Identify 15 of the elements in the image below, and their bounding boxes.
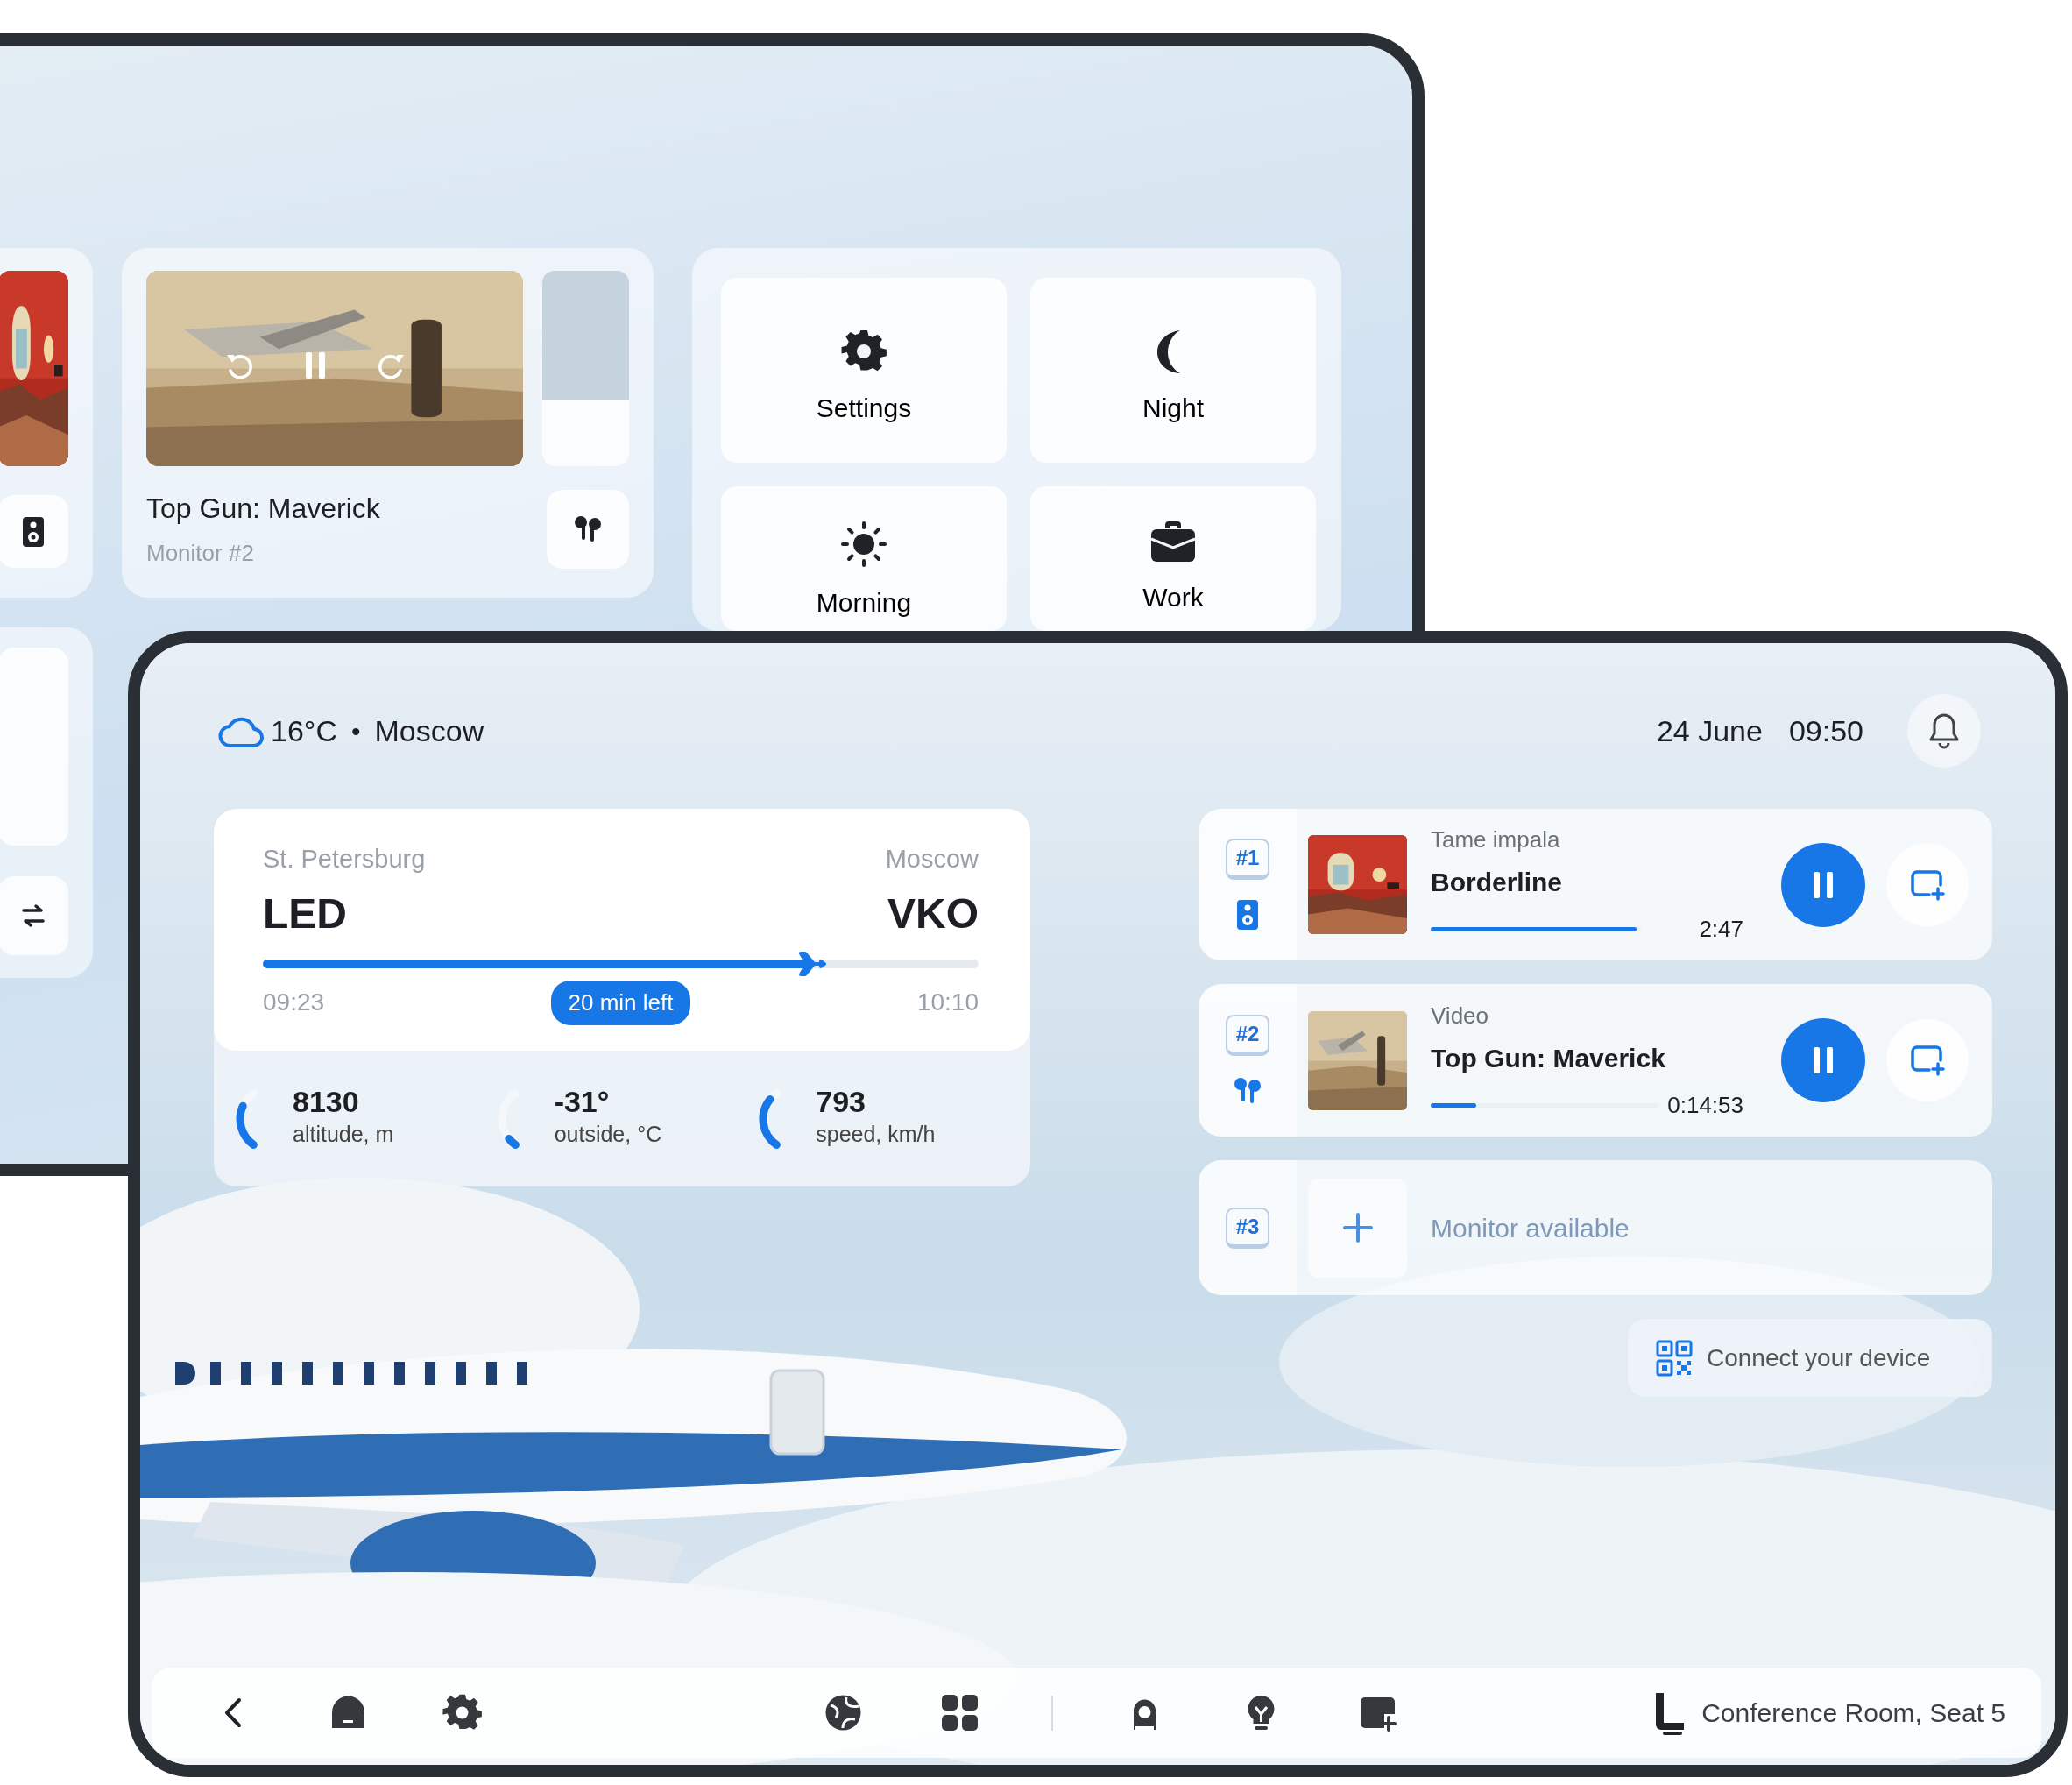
output-button[interactable] (547, 489, 629, 569)
pause-icon (304, 351, 327, 380)
output-button[interactable] (0, 495, 68, 568)
briefcase-icon (1149, 520, 1197, 563)
scene-button[interactable]: Morning (721, 486, 1007, 631)
scene-button[interactable]: Settings (721, 278, 1007, 463)
sun-icon (839, 520, 888, 569)
scene-button[interactable]: Night (1030, 278, 1316, 463)
volume-slider[interactable] (541, 271, 629, 466)
switch-button[interactable] (0, 876, 68, 955)
speaker-icon (22, 515, 45, 548)
switch-icon (20, 903, 46, 929)
scene-button[interactable]: Work (1030, 486, 1316, 631)
media-subtitle: Monitor #2 (146, 539, 255, 568)
media-title: Top Gun: Maverick (146, 492, 380, 526)
